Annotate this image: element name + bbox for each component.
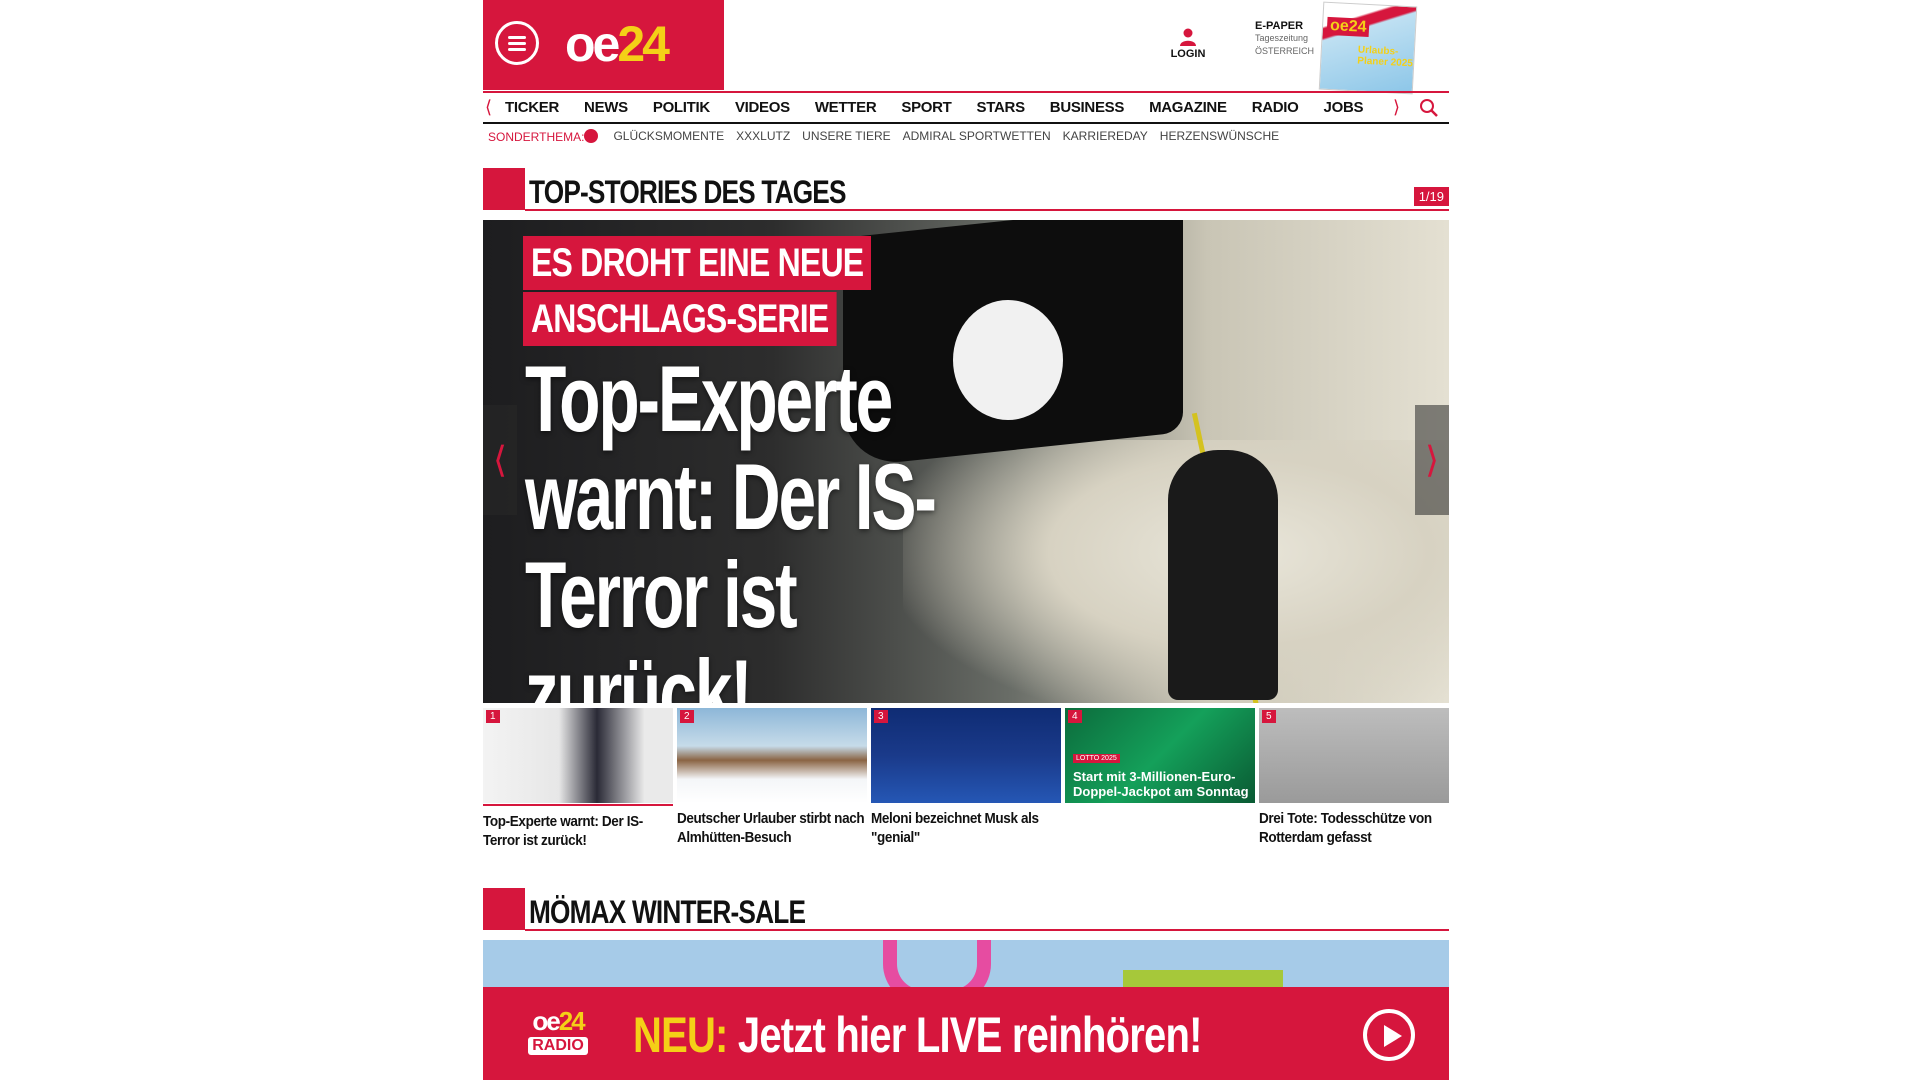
subnav-item-xxxlutz[interactable]: XXXLUTZ (736, 129, 790, 144)
header-logo-area: oe24 (483, 0, 724, 90)
page: oe24 LOGIN E-PAPER Tageszeitung ÖSTERREI… (0, 0, 1920, 1080)
teaser-caption: Top-Experte warnt: Der IS-Terror ist zur… (483, 813, 643, 849)
nav-item-videos[interactable]: VIDEOS (735, 99, 790, 116)
teaser-number: 5 (1262, 710, 1276, 723)
subnav-item-admiral[interactable]: ADMIRAL SPORTWETTEN (903, 129, 1051, 144)
menu-button[interactable] (495, 21, 539, 65)
menu-bar (508, 36, 526, 39)
nav-item-jobs[interactable]: JOBS (1324, 99, 1364, 116)
teaser-number: 2 (680, 710, 694, 723)
story-teaser[interactable]: 4 LOTTO 2025 Start mit 3-Millionen-Euro-… (1065, 708, 1255, 809)
epaper-subtitle: Tageszeitung (1255, 33, 1309, 43)
section-title: MÖMAX WINTER-SALE (529, 894, 806, 930)
story-teaser[interactable]: 2 Deutscher Urlauber stirbt nach Almhütt… (677, 708, 867, 847)
radio-banner[interactable]: oe24 RADIO NEU: Jetzt hier LIVE reinhöre… (483, 987, 1449, 1080)
story-teasers: 1 Top-Experte warnt: Der IS-Terror ist z… (483, 708, 1449, 858)
teaser-thumb-tag: LOTTO 2025 (1073, 754, 1120, 763)
subnav-item-unsere-tiere[interactable]: UNSERE TIERE (802, 129, 890, 144)
menu-bar (508, 48, 526, 51)
teaser-number: 3 (874, 710, 888, 723)
nav-list: TICKER NEWS POLITIK VIDEOS WETTER SPORT … (505, 99, 1363, 116)
logo-24: 24 (617, 16, 670, 72)
teaser-thumbnail: 3 (871, 708, 1061, 803)
heading-underline (525, 929, 1449, 931)
epaper-subtitle: ÖSTERREICH (1255, 46, 1315, 56)
radio-cta-text: Jetzt hier LIVE reinhören! (737, 1007, 1203, 1063)
epaper-cover-logo: oe24 (1326, 16, 1370, 38)
story-teaser[interactable]: 3 Meloni bezeichnet Musk als "genial" (871, 708, 1061, 847)
section-title: TOP-STORIES DES TAGES (529, 174, 846, 210)
nav-item-magazine[interactable]: MAGAZINE (1149, 99, 1227, 116)
teaser-active-line (483, 804, 673, 806)
menu-bar (508, 42, 526, 45)
epaper-cover-image[interactable]: oe24 Urlaubs-Planer 2025 (1318, 1, 1418, 95)
oe24-radio-logo: oe24 RADIO (513, 1007, 603, 1055)
login-label: LOGIN (1170, 48, 1206, 60)
radio-neu-label: NEU: (633, 1007, 728, 1063)
radio-banner-text: NEU: Jetzt hier LIVE reinhören! (633, 1007, 1202, 1063)
teaser-thumbnail: 5 (1259, 708, 1449, 803)
nav-item-politik[interactable]: POLITIK (653, 99, 710, 116)
teaser-caption: Deutscher Urlauber stirbt nach Almhütten… (677, 810, 865, 846)
nav-item-radio[interactable]: RADIO (1252, 99, 1299, 116)
heading-underline (525, 209, 1449, 211)
teaser-thumb-caption: Start mit 3-Millionen-Euro-Doppel-Jackpo… (1073, 769, 1249, 799)
top-stories-heading: TOP-STORIES DES TAGES 1/19 (483, 168, 1449, 212)
nav-item-business[interactable]: BUSINESS (1050, 99, 1125, 116)
teaser-caption: Meloni bezeichnet Musk als "genial" (871, 810, 1039, 846)
nav-item-ticker[interactable]: TICKER (505, 99, 559, 116)
nav-item-sport[interactable]: SPORT (901, 99, 951, 116)
story-teaser[interactable]: 5 Drei Tote: Todesschütze von Rotterdam … (1259, 708, 1449, 847)
hero-image-figure (1168, 450, 1278, 700)
subnav-item-gluecksmomente[interactable]: GLÜCKSMOMENTE (613, 129, 724, 144)
radio-logo-24: 24 (558, 1006, 586, 1036)
nav-item-stars[interactable]: STARS (977, 99, 1026, 116)
main-nav: ⟨ TICKER NEWS POLITIK VIDEOS WETTER SPOR… (483, 91, 1449, 124)
content-column: oe24 LOGIN E-PAPER Tageszeitung ÖSTERREI… (483, 0, 1449, 1080)
slide-counter: 1/19 (1413, 187, 1449, 206)
sonderthema-label: SONDERTHEMA: (488, 129, 601, 144)
heading-accent-block (483, 888, 525, 930)
nav-scroll-right-icon[interactable]: ⟩ (1393, 97, 1400, 118)
hero-kicker-line: ANSCHLAGS-SERIE (523, 292, 837, 346)
login-button[interactable]: LOGIN (1163, 28, 1213, 60)
heading-accent-block (483, 168, 525, 210)
heart-icon (584, 129, 599, 143)
subnav-item-karriereday[interactable]: KARRIEREDAY (1063, 129, 1148, 144)
nav-item-wetter[interactable]: WETTER (815, 99, 877, 116)
promo-heading: MÖMAX WINTER-SALE (483, 888, 1449, 932)
hero-slide[interactable]: ES DROHT EINE NEUE ANSCHLAGS-SERIE Top-E… (483, 220, 1449, 703)
epaper-link[interactable]: E-PAPER Tageszeitung ÖSTERREICH (1255, 20, 1315, 58)
epaper-cover-text: Urlaubs-Planer 2025 (1357, 44, 1414, 70)
nav-scroll-left-icon[interactable]: ⟨ (485, 97, 492, 118)
subnav-item-herzenswuensche[interactable]: HERZENSWÜNSCHE (1160, 129, 1279, 144)
sonderthema-bar: SONDERTHEMA: GLÜCKSMOMENTE XXXLUTZ UNSER… (488, 129, 1279, 144)
epaper-title: E-PAPER (1255, 20, 1304, 32)
hero-kicker: ES DROHT EINE NEUE ANSCHLAGS-SERIE (523, 236, 872, 348)
sonderthema-label-text: SONDERTHEMA: (488, 130, 585, 144)
oe24-logo[interactable]: oe24 (565, 16, 670, 72)
logo-oe: oe (565, 16, 620, 72)
teaser-caption: Drei Tote: Todesschütze von Rotterdam ge… (1259, 810, 1432, 846)
radio-logo-top: oe24 (513, 1007, 603, 1035)
hero-headline[interactable]: Top-Experte warnt: Der IS-Terror ist zur… (525, 350, 971, 704)
teaser-number: 4 (1068, 710, 1082, 723)
teaser-thumbnail: 1 (483, 708, 673, 803)
hero-kicker-line: ES DROHT EINE NEUE (523, 236, 872, 290)
nav-item-news[interactable]: NEWS (584, 99, 628, 116)
radio-logo-oe: oe (532, 1006, 560, 1036)
story-teaser[interactable]: 1 Top-Experte warnt: Der IS-Terror ist z… (483, 708, 673, 850)
teaser-number: 1 (486, 710, 500, 723)
slider-next-icon[interactable]: ⟩ (1415, 405, 1449, 515)
user-icon (1180, 28, 1196, 46)
teaser-thumbnail: 4 LOTTO 2025 Start mit 3-Millionen-Euro-… (1065, 708, 1255, 803)
teaser-thumbnail: 2 (677, 708, 867, 803)
play-icon[interactable] (1363, 1009, 1415, 1061)
radio-logo-label: RADIO (528, 1037, 588, 1055)
search-icon[interactable] (1419, 98, 1439, 123)
slider-prev-icon[interactable]: ⟨ (483, 405, 517, 515)
